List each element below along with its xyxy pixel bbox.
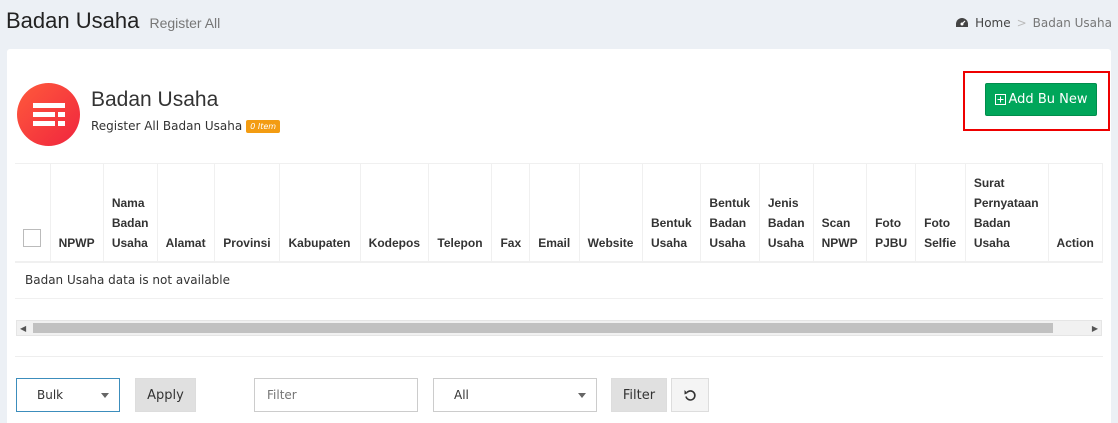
column-header[interactable]: Foto PJBU [866, 163, 917, 263]
divider [15, 356, 1103, 357]
select-all-checkbox[interactable] [23, 228, 41, 247]
page-title: Badan Usaha Register All [6, 8, 220, 34]
filter-field-select[interactable]: All [433, 378, 597, 412]
breadcrumb-current: Badan Usaha [1032, 16, 1112, 30]
breadcrumb: Home > Badan Usaha [955, 16, 1112, 30]
column-header[interactable]: Email [529, 163, 580, 263]
breadcrumb-home[interactable]: Home [975, 16, 1010, 30]
breadcrumb-separator: > [1016, 16, 1027, 30]
horizontal-scrollbar[interactable]: ◀ ▶ [16, 320, 1102, 336]
bulk-select[interactable]: Bulk [16, 378, 120, 412]
box-title: Badan Usaha [91, 88, 219, 111]
plus-square-icon [994, 94, 1006, 105]
bulk-select-value: Bulk [37, 388, 64, 402]
item-count-badge: 0 Item [246, 119, 281, 133]
column-header[interactable]: Bentuk Usaha [642, 163, 702, 263]
data-table-wrapper: NPWP Nama Badan Usaha Alamat Provinsi Kabupa… [15, 163, 1103, 300]
add-bu-new-label: Add Bu New [1008, 92, 1088, 107]
filter-button[interactable]: Filter [611, 378, 667, 412]
filter-input[interactable] [254, 378, 418, 412]
dashboard-icon [956, 18, 969, 27]
table-row: Badan Usaha data is not available [15, 261, 1103, 299]
scroll-right-icon[interactable]: ▶ [1092, 324, 1098, 333]
page-title-text: Badan Usaha [6, 8, 140, 33]
column-header[interactable]: Bentuk Badan Usaha [700, 163, 760, 263]
column-header[interactable]: Kabupaten [279, 163, 361, 263]
chevron-down-icon [101, 393, 109, 398]
box-subtitle: Register All Badan Usaha 0 Item [91, 119, 281, 133]
column-header[interactable]: Action [1048, 163, 1103, 263]
undo-icon [684, 389, 696, 401]
empty-message: Badan Usaha data is not available [15, 261, 1103, 299]
column-header[interactable]: Nama Badan Usaha [103, 163, 158, 263]
column-header[interactable]: Telepon [428, 163, 493, 263]
column-header[interactable]: Alamat [157, 163, 216, 263]
column-header[interactable]: Foto Selfie [915, 163, 966, 263]
table-header-row: NPWP Nama Badan Usaha Alamat Provinsi Kabupa… [15, 163, 1103, 263]
column-header[interactable]: Website [579, 163, 643, 263]
column-header[interactable]: NPWP [50, 163, 104, 263]
select-all-header [15, 163, 51, 263]
column-header[interactable]: Fax [491, 163, 531, 263]
page-subtitle: Register All [149, 15, 221, 31]
page-header: Badan Usaha Register All Home > Badan Us… [0, 0, 1118, 46]
scroll-left-icon[interactable]: ◀ [20, 324, 26, 333]
apply-button[interactable]: Apply [135, 378, 196, 412]
column-header[interactable]: Provinsi [214, 163, 281, 263]
filter-field-value: All [454, 388, 469, 402]
column-header[interactable]: Jenis Badan Usaha [759, 163, 814, 263]
reset-button[interactable] [671, 378, 709, 412]
chevron-down-icon [578, 393, 586, 398]
add-bu-new-button[interactable]: Add Bu New [985, 83, 1097, 116]
content-box: Badan Usaha Register All Badan Usaha 0 I… [7, 49, 1111, 423]
list-icon [17, 83, 80, 146]
column-header[interactable]: Scan NPWP [813, 163, 868, 263]
data-table: NPWP Nama Badan Usaha Alamat Provinsi Kabupa… [15, 163, 1103, 299]
scrollbar-thumb[interactable] [33, 323, 1053, 333]
box-subtitle-text: Register All Badan Usaha [91, 119, 243, 133]
column-header[interactable]: Surat Pernyataan Badan Usaha [965, 163, 1049, 263]
column-header[interactable]: Kodepos [360, 163, 430, 263]
